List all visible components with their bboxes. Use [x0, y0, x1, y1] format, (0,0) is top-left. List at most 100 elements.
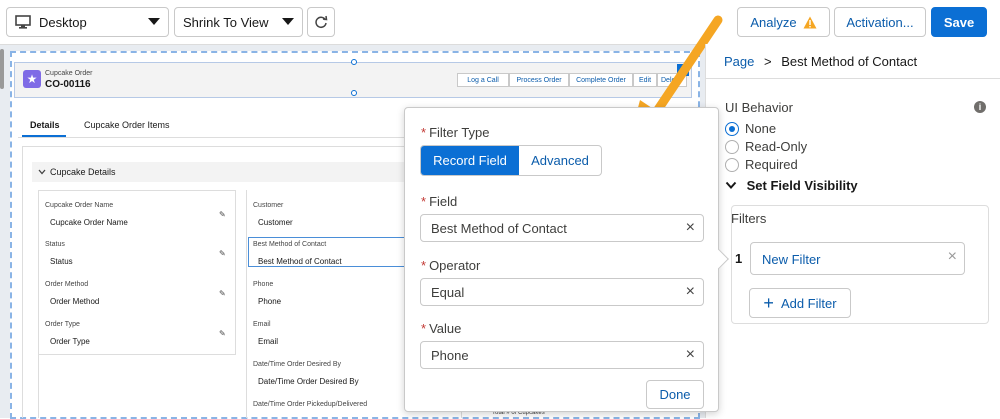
- pencil-icon[interactable]: ✎: [219, 210, 226, 219]
- add-filter-button[interactable]: + Add Filter: [749, 288, 851, 318]
- field-value[interactable]: Status: [50, 257, 73, 266]
- filters-label: Filters: [731, 211, 767, 226]
- pencil-icon[interactable]: ✎: [219, 289, 226, 298]
- field-label: Status: [45, 241, 65, 248]
- analyze-label: Analyze: [750, 14, 797, 30]
- radio-required[interactable]: [725, 158, 739, 172]
- breadcrumb-page-link[interactable]: Page: [724, 54, 754, 69]
- field-value[interactable]: Best Method of Contact: [258, 257, 342, 266]
- set-field-visibility-toggle[interactable]: Set Field Visibility: [725, 178, 858, 193]
- device-select-value: Desktop: [39, 14, 87, 30]
- advanced-button[interactable]: Advanced: [519, 146, 601, 175]
- radio-read-only[interactable]: [725, 140, 739, 154]
- pencil-icon[interactable]: ✎: [219, 249, 226, 258]
- field-value[interactable]: Phone: [258, 297, 281, 306]
- save-button[interactable]: Save: [931, 7, 987, 37]
- star-icon: ★: [23, 70, 41, 88]
- field-value[interactable]: Customer: [258, 218, 293, 227]
- builder-toolbar: Desktop Shrink To View Analyze Activatio…: [0, 0, 1000, 44]
- filter-popover: * Filter Type Record Field Advanced * Fiel…: [404, 107, 719, 412]
- record-field-button[interactable]: Record Field: [421, 146, 519, 175]
- field-label: * Field: [421, 194, 457, 209]
- filter-type-text: Filter Type: [429, 125, 490, 140]
- field-label: Order Type: [45, 321, 80, 328]
- add-component-icon[interactable]: +: [677, 64, 689, 76]
- ui-behavior-label: UI Behavior: [725, 100, 793, 115]
- tab-details[interactable]: Details: [30, 120, 60, 130]
- operator-input[interactable]: Equal ×: [420, 278, 704, 306]
- analyze-button[interactable]: Analyze: [737, 7, 830, 37]
- field-value[interactable]: Order Type: [50, 337, 90, 346]
- breadcrumb-divider: [706, 78, 1000, 79]
- save-label: Save: [943, 14, 975, 30]
- chevron-down-icon: [38, 169, 46, 175]
- advanced-label: Advanced: [531, 153, 589, 168]
- field-value[interactable]: Order Method: [50, 297, 99, 306]
- field-label: Customer: [253, 202, 284, 209]
- chevron-down-icon: [282, 18, 294, 25]
- clear-icon[interactable]: ×: [686, 219, 695, 237]
- info-icon[interactable]: i: [974, 101, 986, 113]
- filter-type-group: Record Field Advanced: [420, 145, 602, 176]
- filter-type-label: * Filter Type: [421, 125, 490, 140]
- warning-icon: [803, 16, 817, 28]
- pencil-icon[interactable]: ✎: [219, 329, 226, 338]
- breadcrumb-separator: >: [764, 54, 772, 69]
- value-input[interactable]: Phone ×: [420, 341, 704, 369]
- clear-icon[interactable]: ×: [686, 346, 695, 364]
- desktop-icon: [15, 15, 31, 29]
- value-label: * Value: [421, 321, 461, 336]
- field-label: Cupcake Order Name: [45, 202, 114, 209]
- refresh-button[interactable]: [307, 7, 335, 37]
- value-label-text: Value: [429, 321, 462, 336]
- cupcake-details-section[interactable]: Cupcake Details: [32, 162, 460, 182]
- done-button[interactable]: Done: [646, 380, 704, 409]
- field-label: Date/Time Order Pickedup/Delivered: [253, 401, 368, 408]
- required-marker: *: [421, 194, 427, 209]
- radio-required-label: Required: [745, 157, 798, 172]
- radio-read-only-label: Read-Only: [745, 139, 808, 154]
- clear-icon[interactable]: ×: [686, 283, 695, 301]
- radio-none[interactable]: [725, 122, 739, 136]
- complete-order-button[interactable]: Complete Order: [569, 73, 633, 87]
- process-order-button[interactable]: Process Order: [509, 73, 569, 87]
- left-field-column-ext: [38, 355, 236, 418]
- object-label: Cupcake Order: [45, 70, 93, 77]
- resize-handle-bottom[interactable]: [351, 90, 357, 96]
- plus-icon: +: [763, 293, 774, 313]
- close-icon[interactable]: ×: [948, 248, 957, 266]
- record-field-label: Record Field: [433, 153, 507, 168]
- device-select[interactable]: Desktop: [6, 7, 169, 37]
- value-input-value: Phone: [431, 347, 469, 363]
- chevron-down-icon: [725, 181, 737, 189]
- field-value[interactable]: Email: [258, 337, 278, 346]
- field-label-text: Field: [429, 194, 458, 209]
- field-label: Order Method: [45, 281, 89, 288]
- field-input-value: Best Method of Contact: [431, 220, 567, 236]
- breadcrumb: Page > Best Method of Contact: [724, 54, 917, 69]
- activation-label: Activation...: [846, 14, 914, 30]
- section-title: Cupcake Details: [50, 167, 116, 177]
- resize-handle-top[interactable]: [351, 59, 357, 65]
- log-call-button[interactable]: Log a Call: [457, 73, 509, 87]
- activation-button[interactable]: Activation...: [834, 7, 926, 37]
- tab-details-underline: [22, 135, 66, 137]
- tab-cupcake-order-items[interactable]: Cupcake Order Items: [84, 120, 170, 130]
- left-field-column: [38, 190, 236, 355]
- field-value[interactable]: Cupcake Order Name: [50, 218, 128, 227]
- canvas-scrollbar[interactable]: [0, 49, 4, 89]
- filter-index: 1: [735, 251, 743, 266]
- view-select-value: Shrink To View: [183, 14, 269, 30]
- operator-input-value: Equal: [431, 284, 465, 300]
- operator-label-text: Operator: [429, 258, 481, 273]
- filter-item[interactable]: New Filter ×: [750, 242, 965, 275]
- set-field-visibility-label: Set Field Visibility: [746, 178, 858, 193]
- field-value[interactable]: Date/Time Order Desired By: [258, 377, 359, 386]
- view-select[interactable]: Shrink To View: [174, 7, 303, 37]
- operator-label: * Operator: [421, 258, 480, 273]
- field-label: Date/Time Order Desired By: [253, 361, 342, 368]
- done-label: Done: [659, 387, 691, 402]
- edit-button[interactable]: Edit: [633, 73, 657, 87]
- field-input[interactable]: Best Method of Contact ×: [420, 214, 704, 242]
- required-marker: *: [421, 321, 427, 336]
